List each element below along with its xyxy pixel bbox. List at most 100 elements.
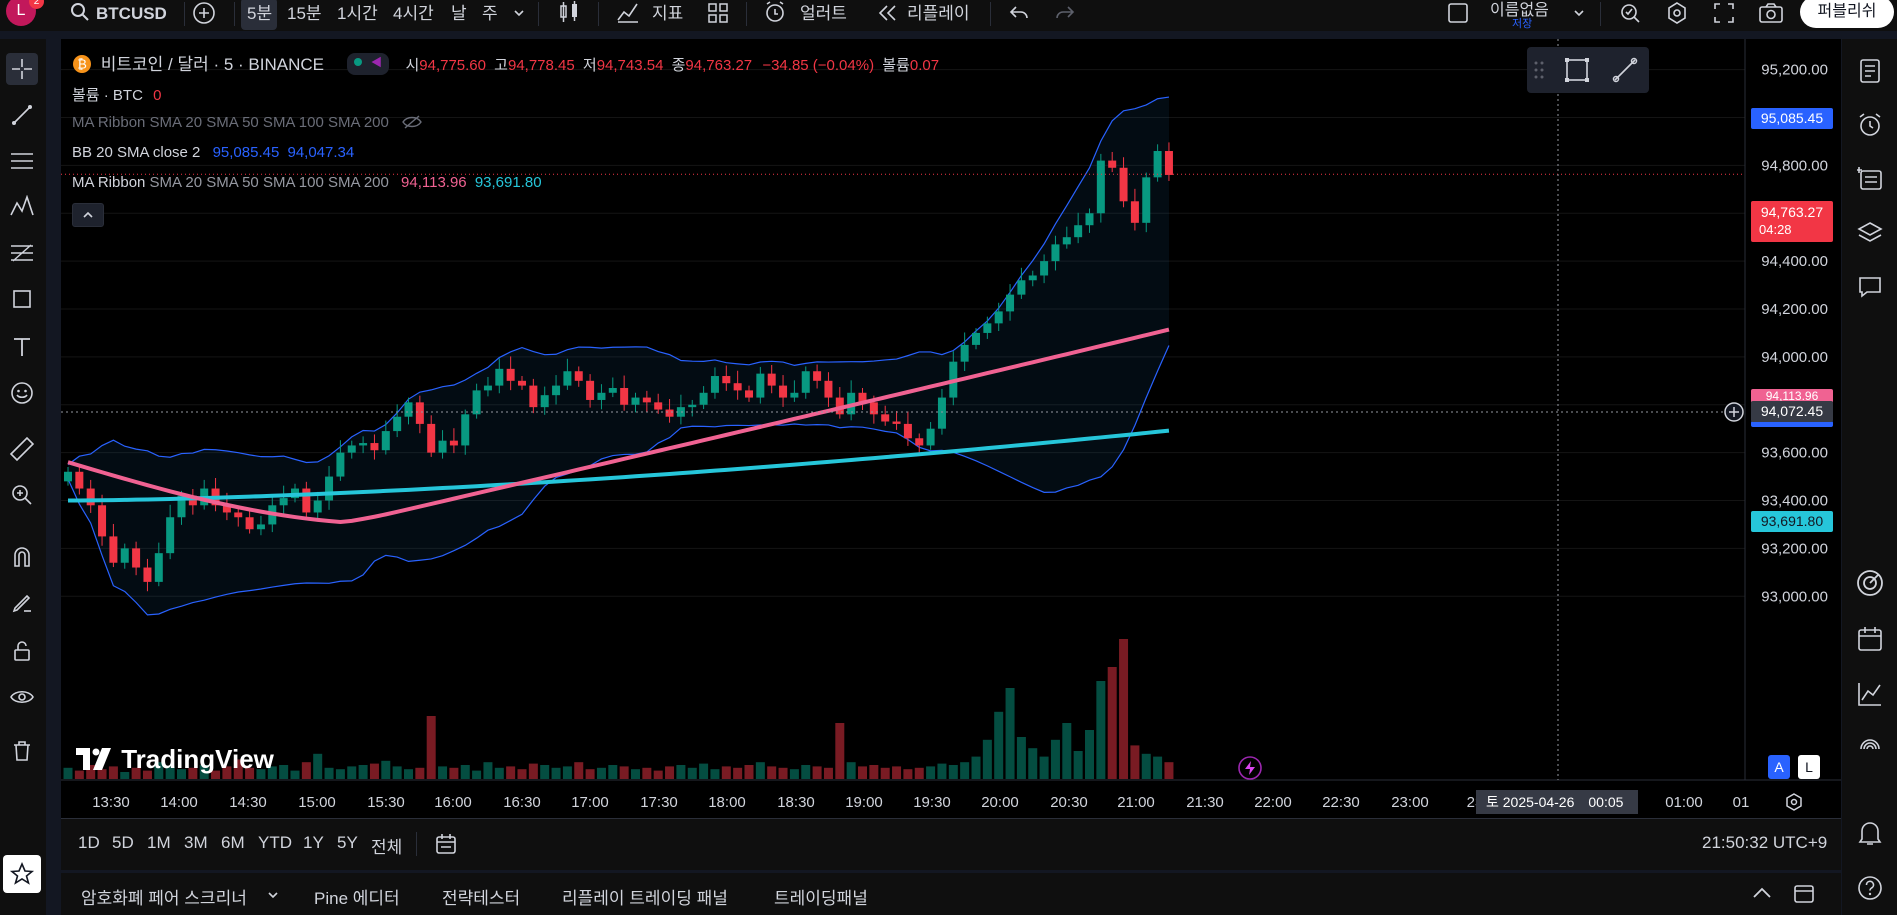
crosshair-tool-icon[interactable]: [6, 53, 38, 85]
candle-body: [347, 445, 356, 453]
hotlist-icon[interactable]: [1854, 567, 1886, 599]
replay-button[interactable]: 리플레이: [907, 0, 970, 27]
bollinger-legend[interactable]: BB 20 SMA close 2 95,085.45 94,047.34: [72, 144, 354, 161]
templates-icon[interactable]: [707, 2, 729, 29]
line-tool-icon[interactable]: [1611, 56, 1639, 89]
candle-body: [529, 385, 538, 408]
calendar-icon[interactable]: [1854, 623, 1886, 655]
tab-screener[interactable]: 암호화폐 페어 스크리너: [81, 884, 247, 909]
chevron-down-icon[interactable]: [512, 5, 526, 25]
text-tool-icon[interactable]: [6, 331, 38, 363]
horizontal-lines-icon[interactable]: [6, 145, 38, 177]
undo-icon[interactable]: [1008, 2, 1030, 29]
podcast-icon[interactable]: [1854, 732, 1886, 764]
draw-mode-icon[interactable]: [6, 587, 38, 619]
zoom-in-icon[interactable]: [6, 479, 38, 511]
timezone-clock[interactable]: 21:50:32 UTC+9: [1702, 833, 1827, 853]
tab-pine-editor[interactable]: Pine 에디터: [314, 884, 400, 909]
pattern-tool-icon[interactable]: [6, 191, 38, 223]
alarm-clock-icon[interactable]: [1854, 109, 1886, 141]
time-axis-settings-icon[interactable]: [1784, 792, 1804, 817]
interval-15m[interactable]: 15분: [287, 0, 322, 27]
time-tick-label: 01: [1733, 794, 1750, 811]
replay-bolt-icon[interactable]: [1237, 755, 1263, 786]
lock-icon[interactable]: [6, 635, 38, 667]
tab-trading-panel[interactable]: 트레이딩패널: [774, 884, 868, 909]
interval-day[interactable]: 날: [451, 0, 467, 27]
trash-icon[interactable]: [6, 735, 38, 767]
candle-body: [279, 498, 288, 506]
range-5y[interactable]: 5Y: [337, 833, 358, 853]
fullscreen-icon[interactable]: [1712, 1, 1736, 30]
add-symbol-icon[interactable]: [192, 1, 216, 30]
ma-ribbon-hidden-legend[interactable]: MA Ribbon SMA 20 SMA 50 SMA 100 SMA 200: [72, 114, 423, 131]
add-alert-plus-icon[interactable]: [1723, 401, 1745, 428]
layers-icon[interactable]: [1854, 217, 1886, 249]
candle-type-icon[interactable]: [558, 0, 580, 29]
ideas-chart-icon[interactable]: [1854, 678, 1886, 710]
settings-icon[interactable]: [1665, 1, 1689, 30]
range-all[interactable]: 전체: [371, 833, 402, 858]
camera-icon[interactable]: [1758, 1, 1784, 30]
eye-icon[interactable]: [6, 681, 38, 713]
tab-replay-trading[interactable]: 리플레이 트레이딩 패널: [562, 884, 728, 909]
range-6m[interactable]: 6M: [221, 833, 245, 853]
watchlist-icon[interactable]: [1854, 55, 1886, 87]
redo-icon[interactable]: [1054, 2, 1076, 29]
eye-off-icon[interactable]: [401, 114, 423, 130]
tab-strategy-tester[interactable]: 전략테스터: [442, 884, 520, 909]
trend-line-icon[interactable]: [6, 99, 38, 131]
chevron-down-icon[interactable]: [1572, 5, 1586, 25]
chat-icon[interactable]: [1854, 271, 1886, 303]
magnet-icon[interactable]: [6, 541, 38, 573]
publish-button[interactable]: 퍼블리쉬: [1800, 0, 1894, 28]
alert-icon[interactable]: [764, 0, 788, 29]
emoji-tool-icon[interactable]: [6, 377, 38, 409]
indicators-icon[interactable]: [616, 0, 640, 29]
volume-bar: [778, 767, 788, 779]
rectangle-tool-icon[interactable]: [1563, 56, 1591, 89]
interval-4h[interactable]: 4시간: [393, 0, 434, 27]
favorites-star-icon[interactable]: [3, 855, 41, 893]
candle-body: [506, 368, 515, 381]
volume-legend[interactable]: 볼륨 · BTC 0: [72, 84, 161, 105]
auto-scale-button[interactable]: A: [1768, 755, 1790, 779]
interval-5m[interactable]: 5분: [247, 0, 272, 27]
volume-bar: [608, 765, 618, 779]
symbol-search[interactable]: BTCUSD: [96, 0, 167, 27]
layout-select-icon[interactable]: [1447, 2, 1469, 29]
shape-tool-icon[interactable]: [6, 283, 38, 315]
search-icon[interactable]: [70, 2, 90, 27]
candle-body: [166, 517, 175, 554]
log-scale-button[interactable]: L: [1798, 755, 1820, 779]
maximize-panel-icon[interactable]: [1793, 884, 1815, 909]
date-range-icon[interactable]: [434, 832, 458, 861]
candle-body: [404, 402, 413, 417]
replay-icon[interactable]: [876, 2, 898, 29]
volume-bar: [721, 766, 731, 779]
ruler-icon[interactable]: [6, 433, 38, 465]
ma-ribbon-legend[interactable]: MA Ribbon SMA 20 SMA 50 SMA 100 SMA 200 …: [72, 174, 542, 191]
volume-bar: [642, 767, 652, 779]
interval-1h[interactable]: 1시간: [337, 0, 378, 27]
object-tree-icon[interactable]: [1854, 162, 1886, 194]
interval-week[interactable]: 주: [482, 0, 498, 27]
range-1m[interactable]: 1M: [147, 833, 171, 853]
range-ytd[interactable]: YTD: [258, 833, 292, 853]
drag-handle-icon[interactable]: [1533, 60, 1545, 85]
collapse-legend-button[interactable]: [72, 203, 104, 227]
chevron-down-icon[interactable]: [266, 887, 280, 907]
range-3m[interactable]: 3M: [184, 833, 208, 853]
range-1d[interactable]: 1D: [78, 833, 100, 853]
candle-body: [427, 423, 436, 453]
quick-search-icon[interactable]: [1618, 1, 1642, 30]
range-1y[interactable]: 1Y: [303, 833, 324, 853]
fib-tool-icon[interactable]: [6, 237, 38, 269]
range-5d[interactable]: 5D: [112, 833, 134, 853]
alert-button[interactable]: 얼러트: [800, 0, 847, 27]
collapse-panel-icon[interactable]: [1751, 884, 1773, 909]
indicators-button[interactable]: 지표: [652, 0, 683, 27]
help-icon[interactable]: [1854, 872, 1886, 904]
symbol-title[interactable]: 비트코인 / 달러 · 5 · BINANCE: [101, 55, 324, 74]
bell-icon[interactable]: [1854, 817, 1886, 849]
